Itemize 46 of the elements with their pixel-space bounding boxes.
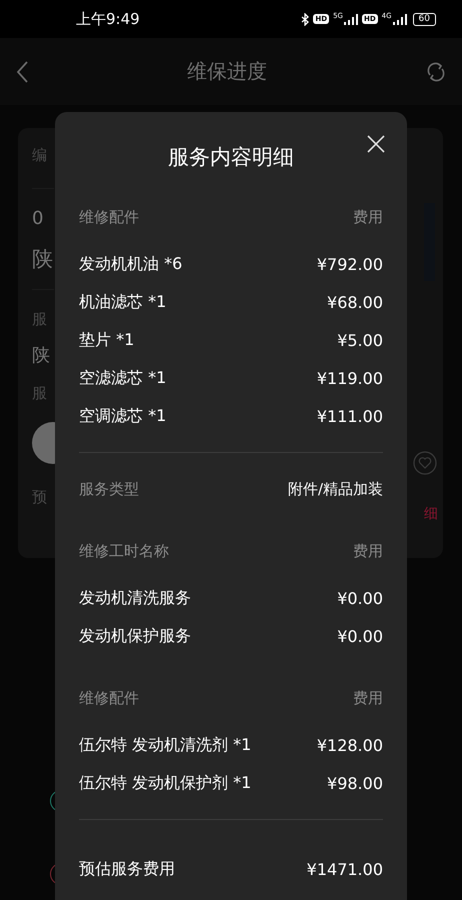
section-heading: 维修配件	[79, 208, 139, 226]
field-label: 服务类型	[79, 480, 139, 498]
close-icon[interactable]	[365, 133, 387, 155]
item-price: ¥5.00	[337, 330, 383, 350]
item-name: 发动机机油 *6	[79, 254, 182, 274]
item-name: 发动机清洗服务	[79, 588, 191, 608]
bluetooth-icon	[301, 12, 310, 26]
column-heading: 费用	[353, 688, 383, 708]
field-value: 0	[32, 207, 44, 231]
item-price: ¥0.00	[337, 588, 383, 608]
page-title: 维保进度	[187, 58, 267, 85]
item-name: 发动机保护服务	[79, 626, 191, 646]
dialog-title: 服务内容明细	[168, 145, 294, 169]
item-name: 伍尔特 发动机保护剂 *1	[79, 772, 252, 794]
field-label: 服	[32, 383, 48, 404]
field-label: 服	[32, 309, 48, 330]
item-price: ¥119.00	[316, 368, 383, 388]
item-name: 伍尔特 发动机清洗剂 *1	[79, 734, 252, 756]
detail-link[interactable]: 细	[424, 505, 438, 523]
item-price: ¥128.00	[316, 736, 383, 754]
item-name: 空滤滤芯 *1	[79, 368, 166, 388]
plate-text: 陕	[32, 246, 54, 273]
item-price: ¥68.00	[327, 292, 383, 312]
clock-time: 上午9:49	[76, 10, 141, 28]
field-label: 预	[32, 487, 48, 508]
back-icon[interactable]	[16, 60, 28, 82]
total-price: ¥1471.00	[306, 860, 383, 878]
field-value: 陕	[32, 344, 51, 368]
section-heading: 维修工时名称	[79, 542, 169, 560]
item-price: ¥98.00	[327, 774, 383, 792]
total-label: 预估服务费用	[79, 858, 175, 880]
signal-icon	[392, 14, 407, 24]
section-heading: 维修配件	[79, 688, 139, 708]
item-name: 机油滤芯 *1	[79, 292, 166, 312]
column-heading: 费用	[353, 208, 383, 226]
refresh-icon[interactable]	[426, 62, 446, 82]
item-name: 垫片 *1	[79, 330, 134, 350]
item-name: 空调滤芯 *1	[79, 406, 166, 426]
field-value: 附件/精品加装	[288, 480, 383, 498]
item-price: ¥792.00	[316, 254, 383, 274]
field-label: 编	[32, 145, 48, 166]
battery-level: 60	[412, 12, 436, 26]
signal-icon	[344, 14, 358, 24]
item-price: ¥111.00	[316, 406, 383, 426]
item-price: ¥0.00	[337, 626, 383, 646]
column-heading: 费用	[353, 542, 383, 560]
